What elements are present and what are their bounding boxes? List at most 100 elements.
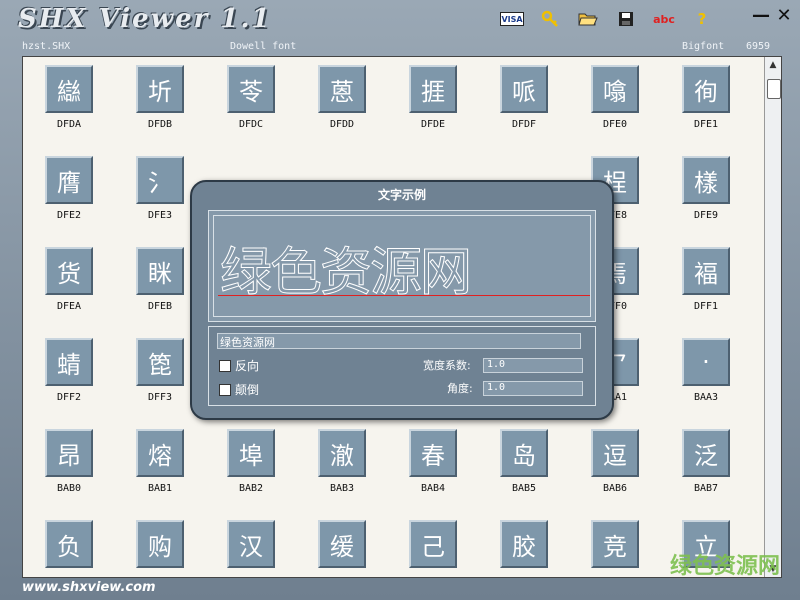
key-icon[interactable] <box>538 9 562 29</box>
minimize-button[interactable]: — <box>752 7 770 25</box>
glyph-tile[interactable]: 噏 <box>591 65 639 113</box>
glyph-cell[interactable]: 负 <box>39 520 99 574</box>
glyph-tile[interactable]: 徇 <box>682 65 730 113</box>
glyph-cell[interactable]: 捱 DFDE <box>403 65 463 130</box>
glyph-tile[interactable]: 货 <box>45 247 93 295</box>
folder-open-icon[interactable] <box>576 9 600 29</box>
glyph-tile[interactable]: 箆 <box>136 338 184 386</box>
glyph-tile[interactable]: 昂 <box>45 429 93 477</box>
glyph-code: DFF3 <box>147 392 173 403</box>
glyph-code: DFEB <box>147 301 173 312</box>
glyph-cell[interactable]: 岛 BAB5 <box>494 429 554 494</box>
glyph-tile[interactable]: 汉 <box>227 520 275 568</box>
glyph-tile[interactable]: 哌 <box>500 65 548 113</box>
glyph-tile[interactable]: 购 <box>136 520 184 568</box>
help-icon[interactable]: ? <box>690 9 714 29</box>
glyph-tile[interactable]: 胶 <box>500 520 548 568</box>
glyph-cell[interactable]: 噏 DFE0 <box>585 65 645 130</box>
glyph-tile[interactable]: 己 <box>409 520 457 568</box>
glyph-tile[interactable]: 蒽 <box>318 65 366 113</box>
bigfont-label: Bigfont <box>682 41 725 52</box>
glyph-tile[interactable]: 负 <box>45 520 93 568</box>
glyph-tile[interactable]: · <box>682 338 730 386</box>
glyph-cell[interactable]: 昂 BAB0 <box>39 429 99 494</box>
text-sample-dialog: 文字示例 绿色资源网 绿色资源网 反向 颠倒 宽度系数: 1.0 角度: 1.0 <box>190 180 614 420</box>
save-icon[interactable] <box>614 9 638 29</box>
glyph-cell[interactable]: 胶 <box>494 520 554 574</box>
scroll-up-icon[interactable]: ▲ <box>765 57 781 73</box>
glyph-cell[interactable]: 泛 BAB7 <box>676 429 736 494</box>
glyph-tile[interactable]: 膺 <box>45 156 93 204</box>
glyph-tile[interactable]: 樣 <box>682 156 730 204</box>
glyph-cell[interactable]: 竞 <box>585 520 645 574</box>
glyph-tile[interactable]: 苓 <box>227 65 275 113</box>
glyph-code: DFE2 <box>56 210 82 221</box>
glyph-code: DFDD <box>329 119 355 130</box>
glyph-cell[interactable]: 己 <box>403 520 463 574</box>
glyph-tile[interactable]: 春 <box>409 429 457 477</box>
glyph-code: DFE1 <box>693 119 719 130</box>
glyph-cell[interactable]: 苓 DFDC <box>221 65 281 130</box>
glyph-tile[interactable]: 泛 <box>682 429 730 477</box>
glyph-cell[interactable]: · BAA3 <box>676 338 736 403</box>
vertical-scrollbar[interactable]: ▲ ▼ <box>764 57 781 577</box>
glyph-cell[interactable]: 埠 BAB2 <box>221 429 281 494</box>
upside-down-checkbox[interactable]: 颠倒 <box>219 381 259 398</box>
glyph-cell[interactable]: 逗 BAB6 <box>585 429 645 494</box>
glyph-cell[interactable]: 春 BAB4 <box>403 429 463 494</box>
glyph-cell[interactable]: 氵 DFE3 <box>130 156 190 221</box>
app-window: SHX Viewer 1.1 VISA abc ? — ✕ hzst.SHX D… <box>0 0 800 600</box>
glyph-tile[interactable]: 埠 <box>227 429 275 477</box>
glyph-code: DFDA <box>56 119 82 130</box>
glyph-cell[interactable]: 缓 <box>312 520 372 574</box>
glyph-tile[interactable]: 䜌 <box>45 65 93 113</box>
glyph-tile[interactable]: 眯 <box>136 247 184 295</box>
glyph-cell[interactable]: 蜻 DFF2 <box>39 338 99 403</box>
glyph-tile[interactable]: 缓 <box>318 520 366 568</box>
angle-input[interactable]: 1.0 <box>483 381 583 396</box>
glyph-cell[interactable]: 褔 DFF1 <box>676 247 736 312</box>
abc-icon[interactable]: abc <box>652 9 676 29</box>
scroll-thumb[interactable] <box>767 79 781 99</box>
watermark: 绿色资源网 <box>669 554 780 579</box>
glyph-tile[interactable]: 竞 <box>591 520 639 568</box>
sample-text-input[interactable]: 绿色资源网 <box>217 333 581 349</box>
glyph-tile[interactable]: 褔 <box>682 247 730 295</box>
glyph-cell[interactable]: 货 DFEA <box>39 247 99 312</box>
reverse-checkbox[interactable]: 反向 <box>219 357 259 374</box>
controls-panel: 绿色资源网 反向 颠倒 宽度系数: 1.0 角度: 1.0 <box>208 326 596 406</box>
glyph-tile[interactable]: 逗 <box>591 429 639 477</box>
glyph-tile[interactable]: 氵 <box>136 156 184 204</box>
glyph-tile[interactable]: 圻 <box>136 65 184 113</box>
glyph-cell[interactable]: 蒽 DFDD <box>312 65 372 130</box>
upside-down-checkbox-box[interactable] <box>219 383 231 396</box>
width-factor-input[interactable]: 1.0 <box>483 358 583 373</box>
glyph-cell[interactable]: 眯 DFEB <box>130 247 190 312</box>
glyph-cell[interactable]: 徇 DFE1 <box>676 65 736 130</box>
file-name: hzst.SHX <box>22 41 71 52</box>
glyph-tile[interactable]: 熔 <box>136 429 184 477</box>
glyph-cell[interactable]: 澈 BAB3 <box>312 429 372 494</box>
glyph-cell[interactable]: 购 <box>130 520 190 574</box>
glyph-tile[interactable]: 岛 <box>500 429 548 477</box>
glyph-cell[interactable]: 䜌 DFDA <box>39 65 99 130</box>
glyph-tile[interactable]: 捱 <box>409 65 457 113</box>
glyph-cell[interactable]: 箆 DFF3 <box>130 338 190 403</box>
glyph-code: BAB7 <box>693 483 719 494</box>
glyph-code: DFF1 <box>693 301 719 312</box>
close-button[interactable]: ✕ <box>776 7 792 25</box>
reverse-checkbox-box[interactable] <box>219 359 231 372</box>
glyph-cell[interactable]: 熔 BAB1 <box>130 429 190 494</box>
glyph-cell[interactable]: 圻 DFDB <box>130 65 190 130</box>
glyph-code: BAA3 <box>693 392 719 403</box>
glyph-code: DFEA <box>56 301 82 312</box>
visa-icon[interactable]: VISA <box>500 12 524 26</box>
glyph-cell[interactable]: 哌 DFDF <box>494 65 554 130</box>
glyph-code: BAB4 <box>420 483 446 494</box>
glyph-cell[interactable]: 樣 DFE9 <box>676 156 736 221</box>
glyph-tile[interactable]: 蜻 <box>45 338 93 386</box>
glyph-tile[interactable]: 澈 <box>318 429 366 477</box>
glyph-cell[interactable]: 汉 <box>221 520 281 574</box>
glyph-cell[interactable]: 膺 DFE2 <box>39 156 99 221</box>
glyph-code: DFE0 <box>602 119 628 130</box>
